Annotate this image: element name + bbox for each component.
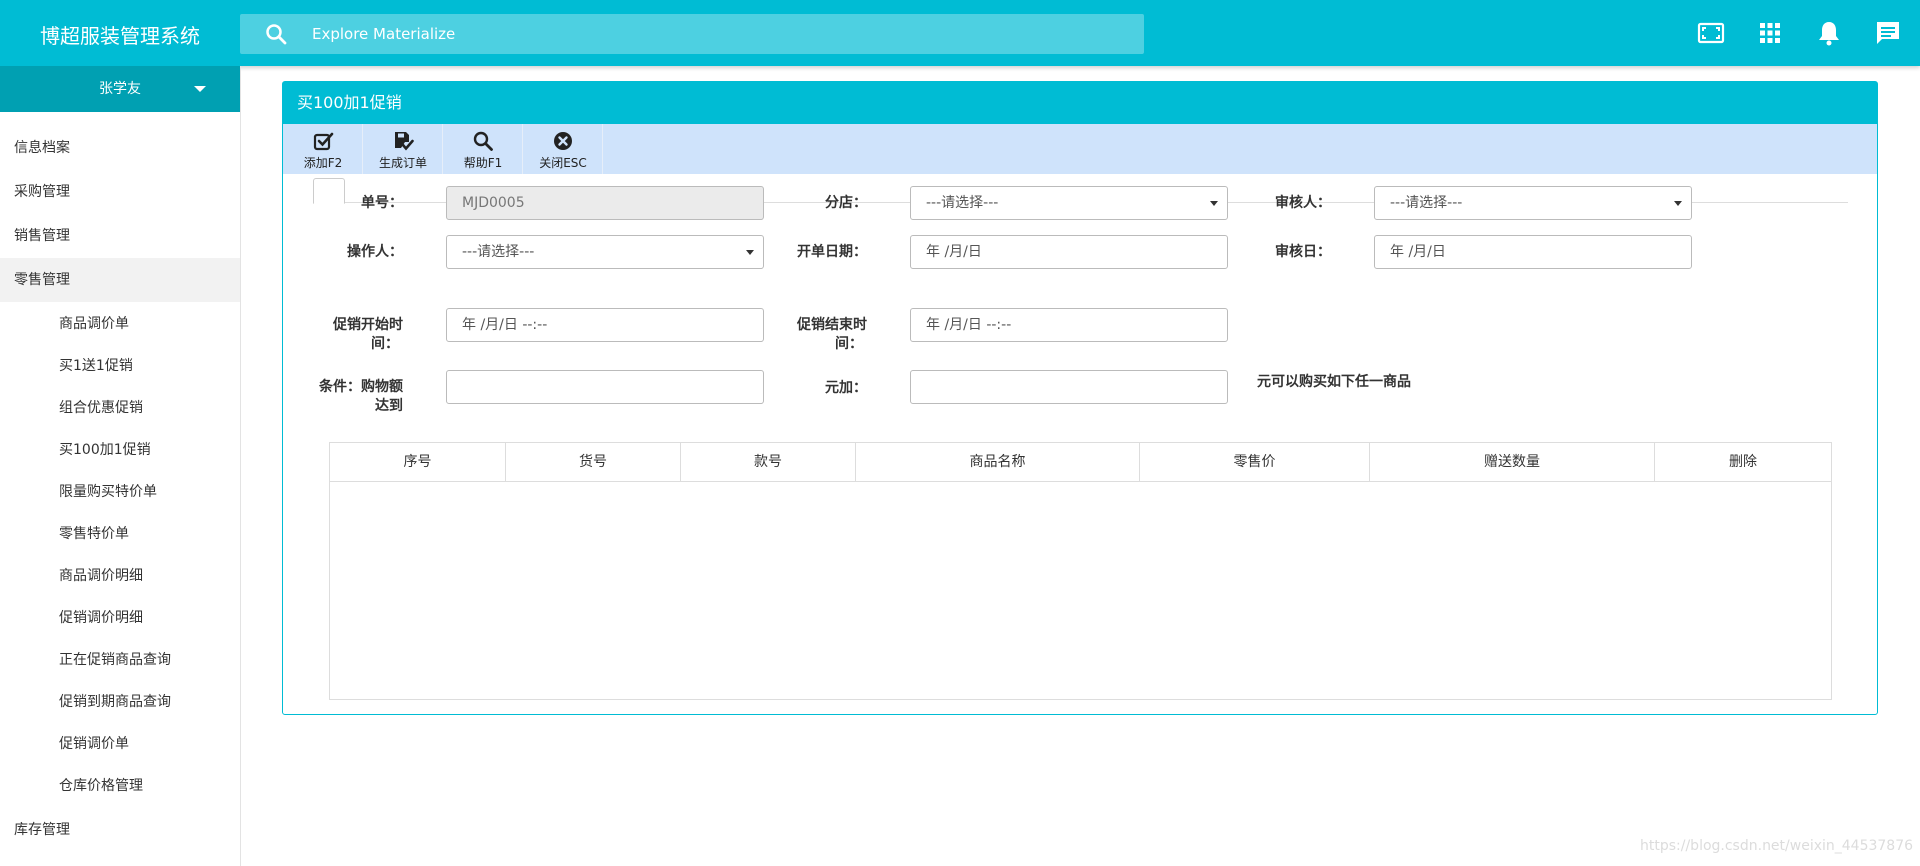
fullscreen-icon[interactable] xyxy=(1697,19,1725,47)
sidebar-subitem[interactable]: 促销调价明细 xyxy=(0,598,240,638)
check-square-icon xyxy=(313,132,334,151)
toolbar: 添加F2 生成订单 帮助F1 关闭ESC xyxy=(283,124,1877,174)
promo-end-label: 促销结束时 间： xyxy=(747,316,867,354)
branch-label: 分店： xyxy=(825,195,867,211)
order-no-label: 单号： xyxy=(361,195,403,211)
close-label: 关闭ESC xyxy=(539,156,587,170)
sidebar-subitem[interactable]: 仓库价格管理 xyxy=(0,766,240,806)
generate-order-label: 生成订单 xyxy=(378,156,427,170)
chat-message-icon[interactable] xyxy=(1874,19,1902,47)
plus-label: 元加： xyxy=(825,380,867,396)
promo-end-label-line1: 促销结束时 xyxy=(797,317,867,333)
promo-start-label-line2: 间： xyxy=(371,336,399,352)
col-retail-price: 零售价 xyxy=(1140,443,1370,481)
sidebar-subitem[interactable]: 零售特价单 xyxy=(0,514,240,554)
promo-start-label: 促销开始时 间： xyxy=(283,316,403,354)
open-date-label: 开单日期： xyxy=(797,244,867,260)
notifications-bell-icon[interactable] xyxy=(1815,19,1843,47)
col-gift-qty: 赠送数量 xyxy=(1370,443,1655,481)
sidebar-subitem[interactable]: 商品调价单 xyxy=(0,304,240,344)
help-label: 帮助F1 xyxy=(463,156,503,170)
promo-start-label-line1: 促销开始时 xyxy=(333,317,403,333)
plus-amount-field[interactable] xyxy=(910,370,1228,404)
table-header: 序号 货号 款号 商品名称 零售价 赠送数量 删除 xyxy=(330,443,1831,482)
watermark: https://blog.csdn.net/weixin_44537876 xyxy=(1640,838,1914,854)
promo-start-field[interactable]: 年 /月/日 --:-- xyxy=(446,308,764,342)
open-date-field[interactable]: 年 /月/日 xyxy=(910,235,1228,269)
col-seq: 序号 xyxy=(330,443,506,481)
branch-select[interactable]: ---请选择--- xyxy=(910,186,1228,220)
sidebar-item-archive[interactable]: 信息档案 xyxy=(0,126,240,170)
add-button-label: 添加F2 xyxy=(303,156,343,170)
add-button[interactable]: 添加F2 xyxy=(283,124,363,174)
sidebar: 张学友 信息档案 采购管理 销售管理 零售管理 商品调价单 买1送1促销 组合优… xyxy=(0,66,241,866)
sidebar-subitem[interactable]: 组合优惠促销 xyxy=(0,388,240,428)
col-style-no: 款号 xyxy=(681,443,856,481)
sidebar-subitem[interactable]: 商品调价明细 xyxy=(0,556,240,596)
promo-panel: 买100加1促销 添加F2 生成订单 帮助F1 关闭ESC 单号： MJD000… xyxy=(282,81,1878,715)
promo-end-field[interactable]: 年 /月/日 --:-- xyxy=(910,308,1228,342)
sidebar-item-retail[interactable]: 零售管理 xyxy=(0,258,240,302)
product-table: 序号 货号 款号 商品名称 零售价 赠送数量 删除 xyxy=(329,442,1832,700)
sidebar-subitem[interactable]: 限量购买特价单 xyxy=(0,472,240,512)
audit-date-field[interactable]: 年 /月/日 xyxy=(1374,235,1692,269)
sidebar-subitem[interactable]: 促销调价单 xyxy=(0,724,240,764)
order-no-field[interactable]: MJD0005 xyxy=(446,186,764,220)
search-input[interactable]: Explore Materialize xyxy=(312,14,455,54)
col-product-name: 商品名称 xyxy=(856,443,1140,481)
search-icon xyxy=(266,24,287,45)
save-doc-icon xyxy=(395,132,414,151)
apps-grid-icon[interactable] xyxy=(1756,19,1784,47)
close-circle-icon xyxy=(554,132,572,150)
operator-label: 操作人： xyxy=(347,244,403,260)
auditor-select[interactable]: ---请选择--- xyxy=(1374,186,1692,220)
condition-label-line1: 条件：购物额 xyxy=(319,379,403,395)
sidebar-subitem[interactable]: 促销到期商品查询 xyxy=(0,682,240,722)
auditor-label: 审核人： xyxy=(1275,195,1331,211)
sidebar-subitem[interactable]: 买1送1促销 xyxy=(0,346,240,386)
col-delete: 删除 xyxy=(1729,454,1757,470)
audit-date-label: 审核日： xyxy=(1275,244,1331,260)
sidebar-subitem[interactable]: 正在促销商品查询 xyxy=(0,640,240,680)
user-menu[interactable]: 张学友 xyxy=(0,66,240,112)
sidebar-item-inventory[interactable]: 库存管理 xyxy=(0,808,240,852)
sidebar-item-purchase[interactable]: 采购管理 xyxy=(0,170,240,214)
app-title: 博超服装管理系统 xyxy=(40,24,200,48)
panel-title: 买100加1促销 xyxy=(283,82,1877,124)
close-button[interactable]: 关闭ESC xyxy=(523,124,603,174)
top-app-bar: 博超服装管理系统 Explore Materialize xyxy=(0,0,1920,66)
help-button[interactable]: 帮助F1 xyxy=(443,124,523,174)
sidebar-item-sales[interactable]: 销售管理 xyxy=(0,214,240,258)
condition-label: 条件：购物额 达到 xyxy=(283,378,403,416)
magnifier-icon xyxy=(473,131,493,151)
operator-select[interactable]: ---请选择--- xyxy=(446,235,764,269)
condition-note: 元可以购买如下任一商品 xyxy=(1257,374,1411,390)
search-bar[interactable]: Explore Materialize xyxy=(240,14,1144,54)
sidebar-subitem[interactable]: 买100加1促销 xyxy=(0,430,240,470)
condition-label-line2: 达到 xyxy=(375,398,403,414)
condition-amount-field[interactable] xyxy=(446,370,764,404)
promo-end-label-line2: 间： xyxy=(835,336,863,352)
generate-order-button[interactable]: 生成订单 xyxy=(363,124,443,174)
col-item-no: 货号 xyxy=(506,443,681,481)
chevron-down-icon xyxy=(194,86,206,92)
